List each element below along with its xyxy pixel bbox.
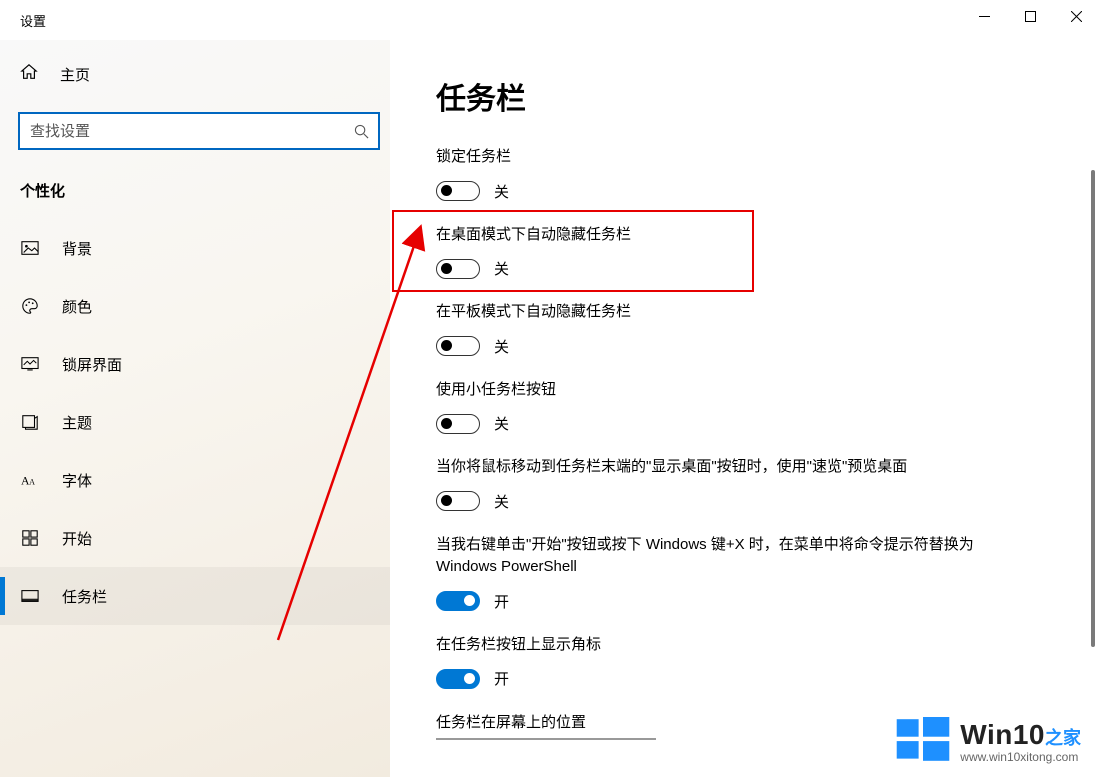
home-icon: [20, 63, 38, 85]
search-box[interactable]: [18, 112, 380, 150]
start-icon: [20, 528, 40, 548]
sidebar-item-label: 字体: [62, 470, 92, 491]
sidebar-item-1[interactable]: 颜色: [0, 277, 390, 335]
sidebar-home-label: 主页: [60, 64, 90, 85]
sidebar-item-label: 开始: [62, 528, 92, 549]
toggle-state-text: 关: [494, 491, 509, 512]
sidebar-item-2[interactable]: 锁屏界面: [0, 335, 390, 393]
taskbar-icon: [20, 586, 40, 606]
watermark-sub: 之家: [1045, 728, 1081, 748]
close-icon: [1071, 11, 1082, 22]
sidebar-item-label: 颜色: [62, 296, 92, 317]
sidebar-item-6[interactable]: 任务栏: [0, 567, 390, 625]
setting-1: 在桌面模式下自动隐藏任务栏关: [436, 224, 1039, 280]
sidebar-item-4[interactable]: AA 字体: [0, 451, 390, 509]
toggle[interactable]: [436, 336, 480, 356]
toggle-state-text: 开: [494, 591, 509, 612]
toggle-state-text: 关: [494, 336, 509, 357]
search-input[interactable]: [20, 123, 344, 140]
watermark: Win10之家 www.win10xitong.com: [896, 717, 1081, 767]
setting-6: 在任务栏按钮上显示角标开: [436, 634, 1039, 690]
dropdown-position[interactable]: [436, 738, 656, 740]
watermark-url: www.win10xitong.com: [960, 751, 1078, 764]
toggle-state-text: 关: [494, 181, 509, 202]
toggle-state-text: 关: [494, 258, 509, 279]
setting-label: 在平板模式下自动隐藏任务栏: [436, 301, 996, 324]
toggle-state-text: 关: [494, 413, 509, 434]
window-title: 设置: [20, 11, 46, 30]
main-content: 任务栏 锁定任务栏关在桌面模式下自动隐藏任务栏关在平板模式下自动隐藏任务栏关使用…: [390, 40, 1099, 777]
sidebar-item-label: 主题: [62, 412, 92, 433]
sidebar-item-0[interactable]: 背景: [0, 219, 390, 277]
setting-label: 当我右键单击"开始"按钮或按下 Windows 键+X 时，在菜单中将命令提示符…: [436, 534, 996, 579]
setting-label: 使用小任务栏按钮: [436, 379, 996, 402]
search-icon: [344, 124, 378, 139]
lockscreen-icon: [20, 354, 40, 374]
sidebar-item-5[interactable]: 开始: [0, 509, 390, 567]
watermark-logo-icon: [896, 717, 950, 767]
sidebar-home[interactable]: 主页: [0, 50, 390, 98]
setting-4: 当你将鼠标移动到任务栏末端的"显示桌面"按钮时，使用"速览"预览桌面关: [436, 456, 1039, 512]
setting-label: 当你将鼠标移动到任务栏末端的"显示桌面"按钮时，使用"速览"预览桌面: [436, 456, 996, 479]
close-button[interactable]: [1053, 0, 1099, 32]
toggle[interactable]: [436, 414, 480, 434]
watermark-main: Win10: [960, 719, 1045, 750]
toggle[interactable]: [436, 181, 480, 201]
page-title: 任务栏: [436, 74, 1039, 118]
setting-0: 锁定任务栏关: [436, 146, 1039, 202]
setting-label: 在桌面模式下自动隐藏任务栏: [436, 224, 996, 247]
setting-5: 当我右键单击"开始"按钮或按下 Windows 键+X 时，在菜单中将命令提示符…: [436, 534, 1039, 612]
minimize-button[interactable]: [961, 0, 1007, 32]
toggle[interactable]: [436, 259, 480, 279]
palette-icon: [20, 296, 40, 316]
minimize-icon: [979, 11, 990, 22]
sidebar-item-label: 背景: [62, 238, 92, 259]
sidebar-item-label: 任务栏: [62, 586, 107, 607]
setting-2: 在平板模式下自动隐藏任务栏关: [436, 301, 1039, 357]
scrollbar[interactable]: [1091, 170, 1095, 647]
titlebar: 设置: [0, 0, 1099, 40]
image-icon: [20, 238, 40, 258]
svg-text:A: A: [29, 478, 35, 487]
setting-label: 在任务栏按钮上显示角标: [436, 634, 996, 657]
maximize-button[interactable]: [1007, 0, 1053, 32]
toggle-state-text: 开: [494, 668, 509, 689]
theme-icon: [20, 412, 40, 432]
setting-label: 锁定任务栏: [436, 146, 996, 169]
font-icon: AA: [20, 470, 40, 490]
toggle[interactable]: [436, 491, 480, 511]
setting-3: 使用小任务栏按钮关: [436, 379, 1039, 435]
maximize-icon: [1025, 11, 1036, 22]
sidebar-item-3[interactable]: 主题: [0, 393, 390, 451]
sidebar-item-label: 锁屏界面: [62, 354, 122, 375]
toggle[interactable]: [436, 669, 480, 689]
toggle[interactable]: [436, 591, 480, 611]
sidebar: 主页 个性化 背景颜色锁屏界面主题 AA 字体开始任务栏: [0, 40, 390, 777]
sidebar-section-header: 个性化: [0, 172, 390, 219]
